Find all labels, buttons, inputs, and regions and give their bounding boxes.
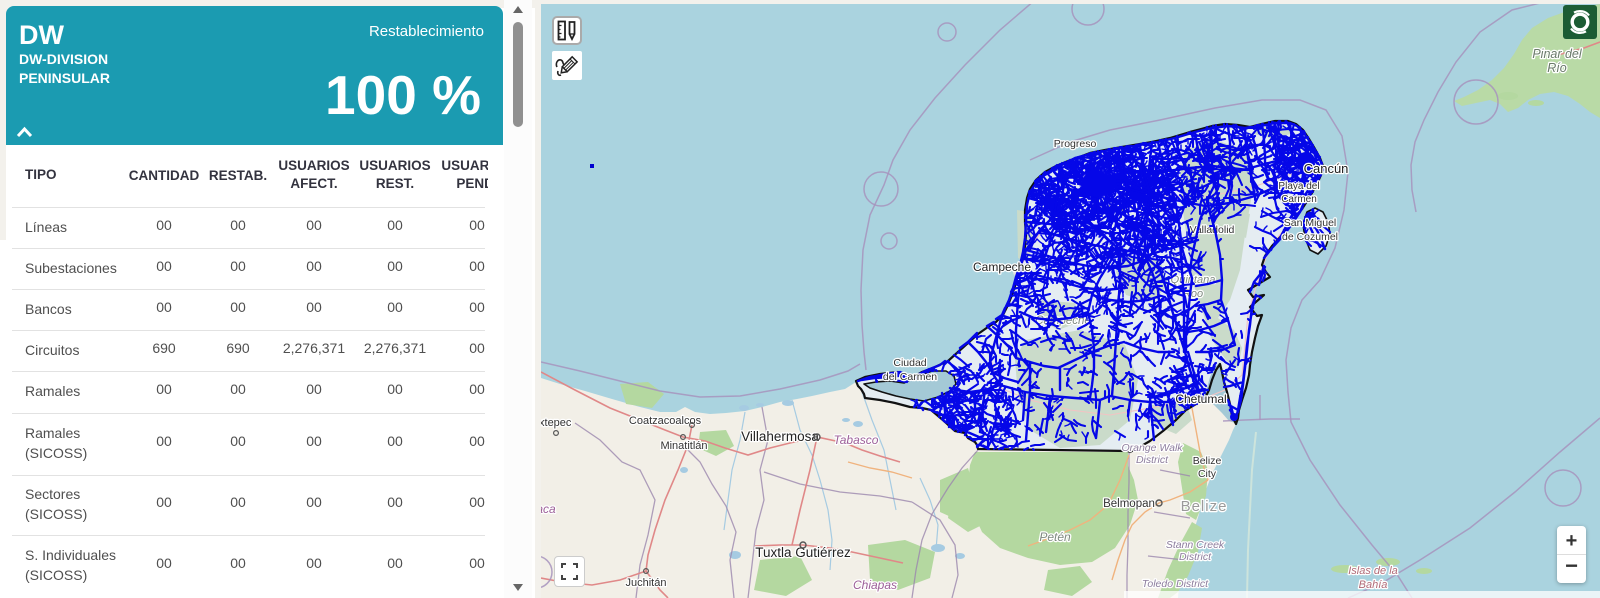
svg-text:Belmopan: Belmopan bbox=[1103, 498, 1155, 510]
svg-text:Tabasco: Tabasco bbox=[834, 433, 879, 447]
svg-text:Playa del: Playa del bbox=[1278, 181, 1319, 192]
svg-text:Campeche: Campeche bbox=[973, 260, 1031, 274]
svg-text:Belize: Belize bbox=[1193, 455, 1222, 467]
svg-text:Ciudad: Ciudad bbox=[893, 357, 926, 369]
svg-text:Villahermosa: Villahermosa bbox=[741, 429, 819, 444]
svg-text:de Cozumel: de Cozumel bbox=[1282, 231, 1338, 243]
svg-text:Tuxtla Gutiérrez: Tuxtla Gutiérrez bbox=[755, 545, 851, 560]
svg-text:Stann Creek: Stann Creek bbox=[1166, 539, 1225, 551]
svg-text:Belize: Belize bbox=[1181, 498, 1228, 515]
svg-text:Juchitán: Juchitán bbox=[626, 577, 667, 589]
svg-text:Minatitlán: Minatitlán bbox=[660, 440, 707, 452]
svg-text:Río: Río bbox=[1547, 61, 1567, 75]
svg-text:Chetumal: Chetumal bbox=[1175, 392, 1226, 406]
svg-text:Cancún: Cancún bbox=[1304, 161, 1349, 176]
svg-text:Progreso: Progreso bbox=[1054, 138, 1097, 150]
svg-text:District: District bbox=[1136, 454, 1169, 466]
svg-text:Islas de la: Islas de la bbox=[1348, 565, 1398, 577]
svg-text:Coatzacoalcos: Coatzacoalcos bbox=[629, 415, 702, 427]
svg-text:Chiapas: Chiapas bbox=[853, 578, 897, 592]
svg-text:del Carmen: del Carmen bbox=[883, 371, 937, 383]
svg-text:Orange Walk: Orange Walk bbox=[1121, 442, 1183, 454]
svg-text:San Miguel: San Miguel bbox=[1284, 217, 1337, 229]
svg-text:Toledo District: Toledo District bbox=[1142, 578, 1209, 590]
svg-text:City: City bbox=[1198, 468, 1217, 480]
svg-text:District: District bbox=[1179, 551, 1212, 563]
svg-text:Pinar del: Pinar del bbox=[1532, 47, 1583, 61]
svg-text:Petén: Petén bbox=[1039, 530, 1071, 544]
svg-text:Bahía: Bahía bbox=[1359, 579, 1388, 591]
svg-text:Carmen: Carmen bbox=[1281, 194, 1317, 205]
